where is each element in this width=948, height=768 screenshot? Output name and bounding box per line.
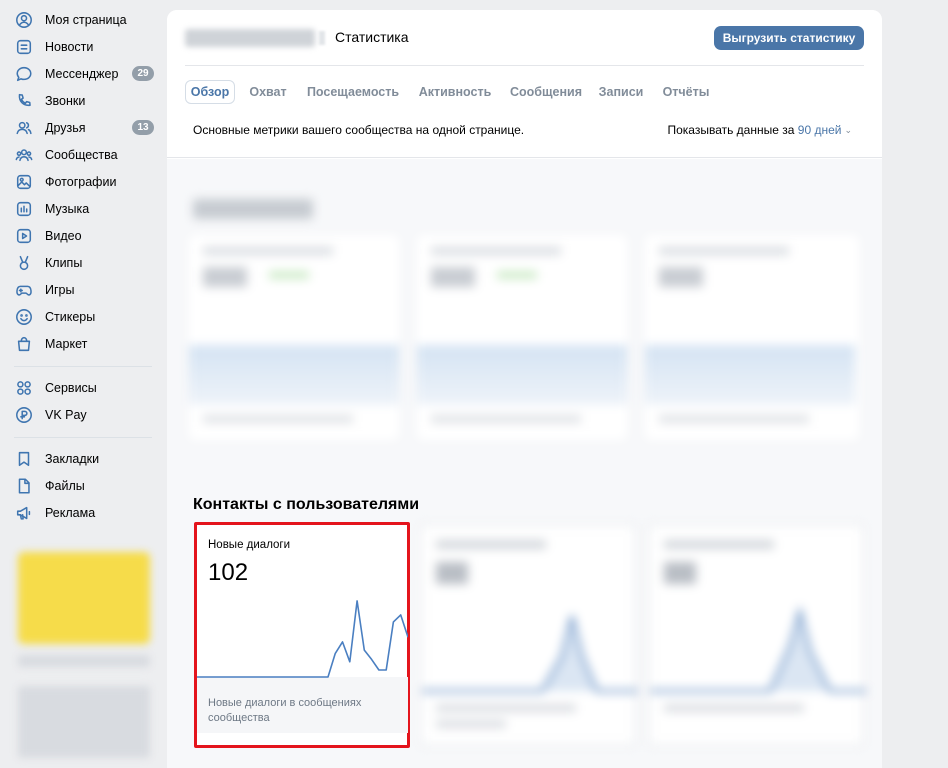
blurred-contact-card <box>420 524 638 746</box>
sidebar: Моя страница Новости Мессенджер 29 Звонки Дру… <box>0 0 166 768</box>
sidebar-item-label: Мессенджер <box>45 66 119 81</box>
tab-messages[interactable]: Сообщения <box>510 80 582 104</box>
tab-traffic[interactable]: Посещаемость <box>305 80 401 104</box>
page-title: Статистика <box>335 29 409 45</box>
sidebar-item-file[interactable]: Файлы <box>14 472 158 499</box>
market-icon <box>14 334 34 354</box>
music-icon <box>14 199 34 219</box>
sidebar-item-message[interactable]: Мессенджер 29 <box>14 60 158 87</box>
sidebar-item-label: Клипы <box>45 255 83 270</box>
blurred-overview-section <box>189 195 859 455</box>
header-divider <box>185 65 864 66</box>
stickers-icon <box>14 307 34 327</box>
new-dialogs-line-chart <box>197 600 408 678</box>
sidebar-counter-badge: 29 <box>132 66 154 81</box>
sidebar-item-label: Маркет <box>45 336 88 351</box>
sidebar-item-news[interactable]: Новости <box>14 33 158 60</box>
blurred-metric-card <box>645 235 859 440</box>
tab-reports[interactable]: Отчёты <box>661 80 711 104</box>
card-value: 102 <box>208 559 249 586</box>
tab-posts[interactable]: Записи <box>598 80 644 104</box>
sidebar-item-label: Сервисы <box>45 380 97 395</box>
sidebar-item-phone[interactable]: Звонки <box>14 87 158 114</box>
sidebar-item-label: Друзья <box>45 120 86 135</box>
megaphone-icon <box>14 503 34 523</box>
card-footer: Новые диалоги в сообщениях сообщества <box>208 697 362 724</box>
communities-icon <box>14 145 34 165</box>
sidebar-separator <box>14 366 152 367</box>
card-title: Новые диалоги <box>208 539 291 551</box>
sidebar-item-label: Звонки <box>45 93 86 108</box>
games-icon <box>14 280 34 300</box>
sidebar-item-label: Файлы <box>45 478 85 493</box>
sidebar-item-bookmark[interactable]: Закладки <box>14 445 158 472</box>
tab-overview[interactable]: Обзор <box>185 80 235 104</box>
sidebar-item-services[interactable]: Сервисы <box>14 374 158 401</box>
sidebar-item-stickers[interactable]: Стикеры <box>14 303 158 330</box>
sidebar-item-label: Стикеры <box>45 309 96 324</box>
sidebar-item-clips[interactable]: Клипы <box>14 249 158 276</box>
ad-banner-text <box>18 655 150 667</box>
sidebar-item-label: Фотографии <box>45 174 117 189</box>
blurred-contact-card <box>648 524 866 746</box>
chart-series-line <box>197 600 408 678</box>
file-icon <box>14 476 34 496</box>
tab-reach[interactable]: Охват <box>243 80 293 104</box>
new-dialogs-card[interactable]: Новые диалоги 102 Новые диалоги в сообще… <box>194 522 410 748</box>
contacts-section-title: Контакты с пользователями <box>193 496 420 513</box>
clips-icon <box>14 253 34 273</box>
phone-icon <box>14 91 34 111</box>
user-circle-icon <box>14 10 34 30</box>
vkpay-icon <box>14 405 34 425</box>
page-description: Основные метрики вашего сообщества на од… <box>193 123 525 137</box>
sidebar-item-label: Игры <box>45 282 75 297</box>
ad-banner-block[interactable] <box>18 686 150 758</box>
friends-icon <box>14 118 34 138</box>
statistics-header: Статистика Выгрузить статистику Обзор Ох… <box>167 10 882 158</box>
photo-icon <box>14 172 34 192</box>
period-selector[interactable]: Показывать данные за 90 дней ⌄ <box>667 123 852 137</box>
sidebar-item-games[interactable]: Игры <box>14 276 158 303</box>
sidebar-separator <box>14 437 152 438</box>
chevron-down-icon: ⌄ <box>844 125 852 135</box>
message-icon <box>14 64 34 84</box>
sidebar-item-label: Видео <box>45 228 82 243</box>
sidebar-item-label: Закладки <box>45 451 100 466</box>
news-icon <box>14 37 34 57</box>
statistics-body: Контакты с пользователями Новые диалоги … <box>167 159 882 768</box>
sidebar-item-user-circle[interactable]: Моя страница <box>14 6 158 33</box>
sidebar-item-label: Сообщества <box>45 147 118 162</box>
sidebar-item-music[interactable]: Музыка <box>14 195 158 222</box>
services-icon <box>14 378 34 398</box>
statistics-panel: Статистика Выгрузить статистику Обзор Ох… <box>167 10 882 768</box>
blurred-metric-card <box>417 235 627 440</box>
bookmark-icon <box>14 449 34 469</box>
breadcrumb-separator <box>319 31 325 45</box>
period-value[interactable]: 90 дней <box>798 123 842 137</box>
period-prefix: Показывать данные за <box>667 123 795 137</box>
sidebar-item-label: Новости <box>45 39 94 54</box>
sidebar-item-label: Музыка <box>45 201 90 216</box>
tab-activity[interactable]: Активность <box>416 80 494 104</box>
sidebar-counter-badge: 13 <box>132 120 154 135</box>
sidebar-item-video[interactable]: Видео <box>14 222 158 249</box>
community-name-breadcrumb[interactable] <box>185 29 315 47</box>
sidebar-item-friends[interactable]: Друзья 13 <box>14 114 158 141</box>
sidebar-item-megaphone[interactable]: Реклама <box>14 499 158 526</box>
export-statistics-button[interactable]: Выгрузить статистику <box>714 26 864 50</box>
ad-banner-image[interactable] <box>18 552 150 644</box>
blurred-metric-card <box>189 235 399 440</box>
sidebar-item-label: Моя страница <box>45 12 127 27</box>
sidebar-item-label: Реклама <box>45 505 96 520</box>
sidebar-item-communities[interactable]: Сообщества <box>14 141 158 168</box>
sidebar-item-photo[interactable]: Фотографии <box>14 168 158 195</box>
blurred-section-title <box>193 199 313 219</box>
sidebar-item-vkpay[interactable]: VK Pay <box>14 401 158 428</box>
video-icon <box>14 226 34 246</box>
sidebar-item-market[interactable]: Маркет <box>14 330 158 357</box>
sidebar-item-label: VK Pay <box>45 407 87 422</box>
